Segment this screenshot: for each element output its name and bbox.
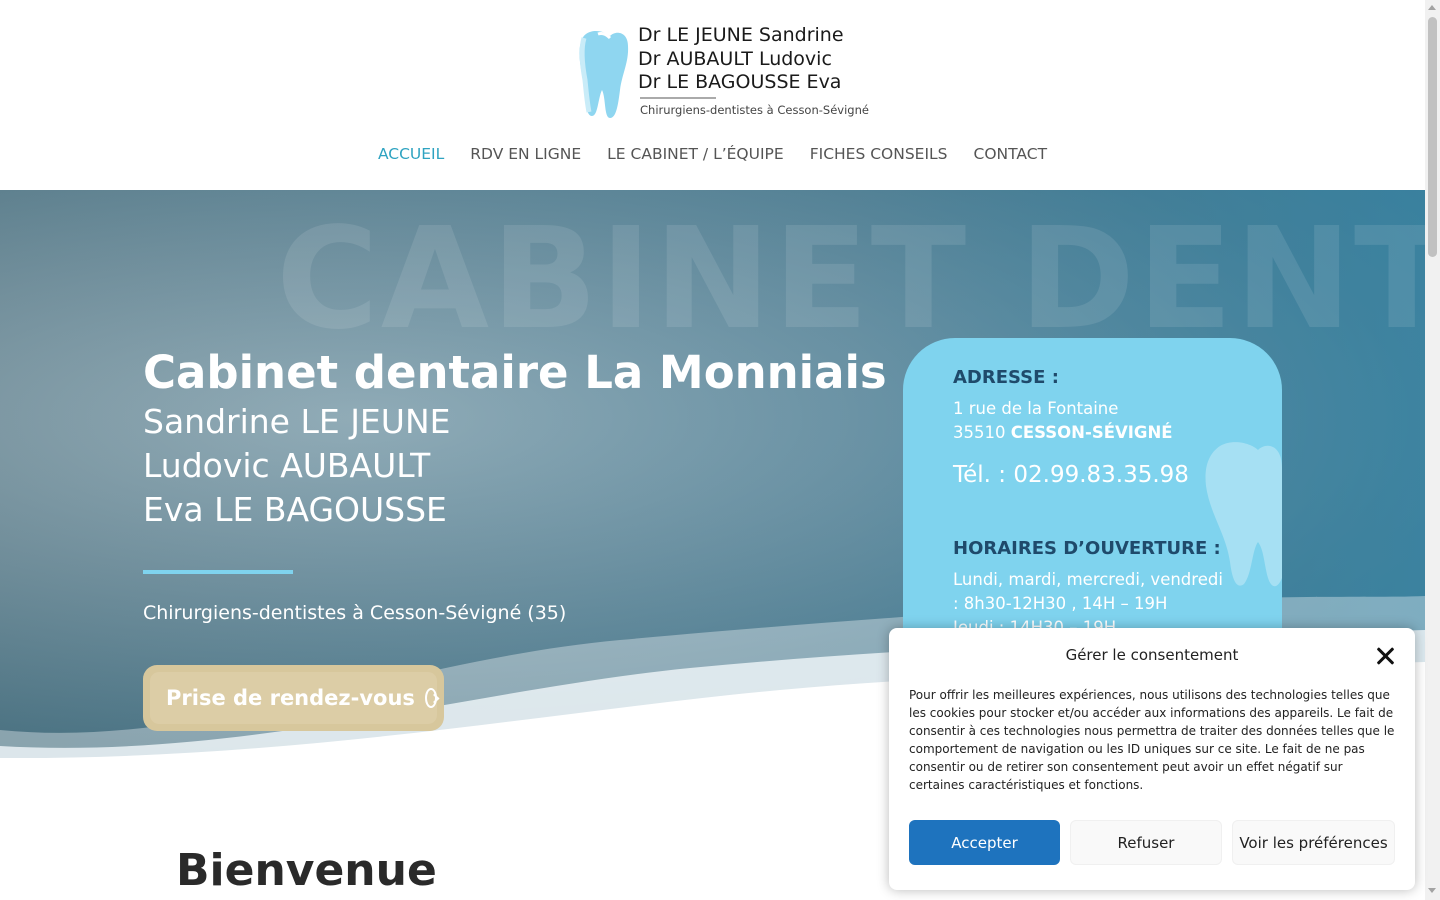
welcome-heading: Bienvenue [176,845,437,896]
site-header: Dr LE JEUNE Sandrine Dr AUBAULT Ludovic … [0,0,1425,190]
hero-subtitle: Chirurgiens-dentistes à Cesson-Sévigné (… [143,602,567,624]
chevron-right-circle-icon [424,688,437,708]
address-zip: 35510 [953,423,1006,442]
appointment-button[interactable]: Prise de rendez-vous [143,665,444,731]
refuse-button[interactable]: Refuser [1070,820,1222,865]
appointment-button-label: Prise de rendez-vous [166,686,415,710]
nav-item-fiches-conseils[interactable]: FICHES CONSEILS [810,145,948,163]
logo-subtitle: Chirurgiens-dentistes à Cesson-Sévigné [640,103,869,117]
logo-divider [640,97,716,99]
consent-title: Gérer le consentement [1065,646,1239,664]
scrollbar-thumb[interactable] [1428,17,1437,257]
nav-item-le-cabinet[interactable]: LE CABINET / L’ÉQUIPE [607,145,784,163]
hours-line-1: Lundi, mardi, mercredi, vendredi [953,570,1223,589]
consent-dialog: Gérer le consentement Pour offrir les me… [889,628,1415,890]
site-logo[interactable]: Dr LE JEUNE Sandrine Dr AUBAULT Ludovic … [576,24,869,120]
accept-button[interactable]: Accepter [909,820,1060,865]
logo-names: Dr LE JEUNE Sandrine Dr AUBAULT Ludovic … [638,24,844,95]
close-icon[interactable] [1375,646,1395,666]
nav-item-rdv-en-ligne[interactable]: RDV EN LIGNE [470,145,581,163]
main-nav: ACCUEIL RDV EN LIGNE LE CABINET / L’ÉQUI… [0,145,1425,163]
hero-name-2: Ludovic AUBAULT [143,446,431,485]
consent-text: Pour offrir les meilleures expériences, … [909,688,1395,792]
logo-line-3: Dr LE BAGOUSSE Eva [638,71,842,93]
hero-name-1: Sandrine LE JEUNE [143,402,451,441]
phone-number[interactable]: Tél. : 02.99.83.35.98 [953,462,1189,488]
nav-item-contact[interactable]: CONTACT [974,145,1048,163]
address-line-1: 1 rue de la Fontaine [953,399,1119,418]
nav-item-accueil[interactable]: ACCUEIL [378,145,444,163]
page-scrollbar[interactable] [1425,0,1440,900]
scroll-up-arrow-icon[interactable] [1428,5,1436,10]
hours-line-2: : 8h30-12H30 , 14H – 19H [953,594,1168,613]
hours-heading: HORAIRES D’OUVERTURE : [953,538,1221,559]
logo-line-2: Dr AUBAULT Ludovic [638,47,832,70]
address-line-2: 35510 CESSON-SÉVIGNÉ [953,421,1173,445]
address-heading: ADRESSE : [953,367,1059,388]
logo-line-1: Dr LE JEUNE Sandrine [638,24,844,46]
preferences-button[interactable]: Voir les préférences [1232,820,1395,865]
hero-divider [143,570,293,574]
tooth-logo-icon [579,30,629,119]
hero-name-3: Eva LE BAGOUSSE [143,490,447,529]
address-city: CESSON-SÉVIGNÉ [1010,423,1173,442]
appointment-button-inner: Prise de rendez-vous [150,672,437,724]
scroll-down-arrow-icon[interactable] [1428,888,1436,893]
hero-title: Cabinet dentaire La Monniais [143,346,887,399]
